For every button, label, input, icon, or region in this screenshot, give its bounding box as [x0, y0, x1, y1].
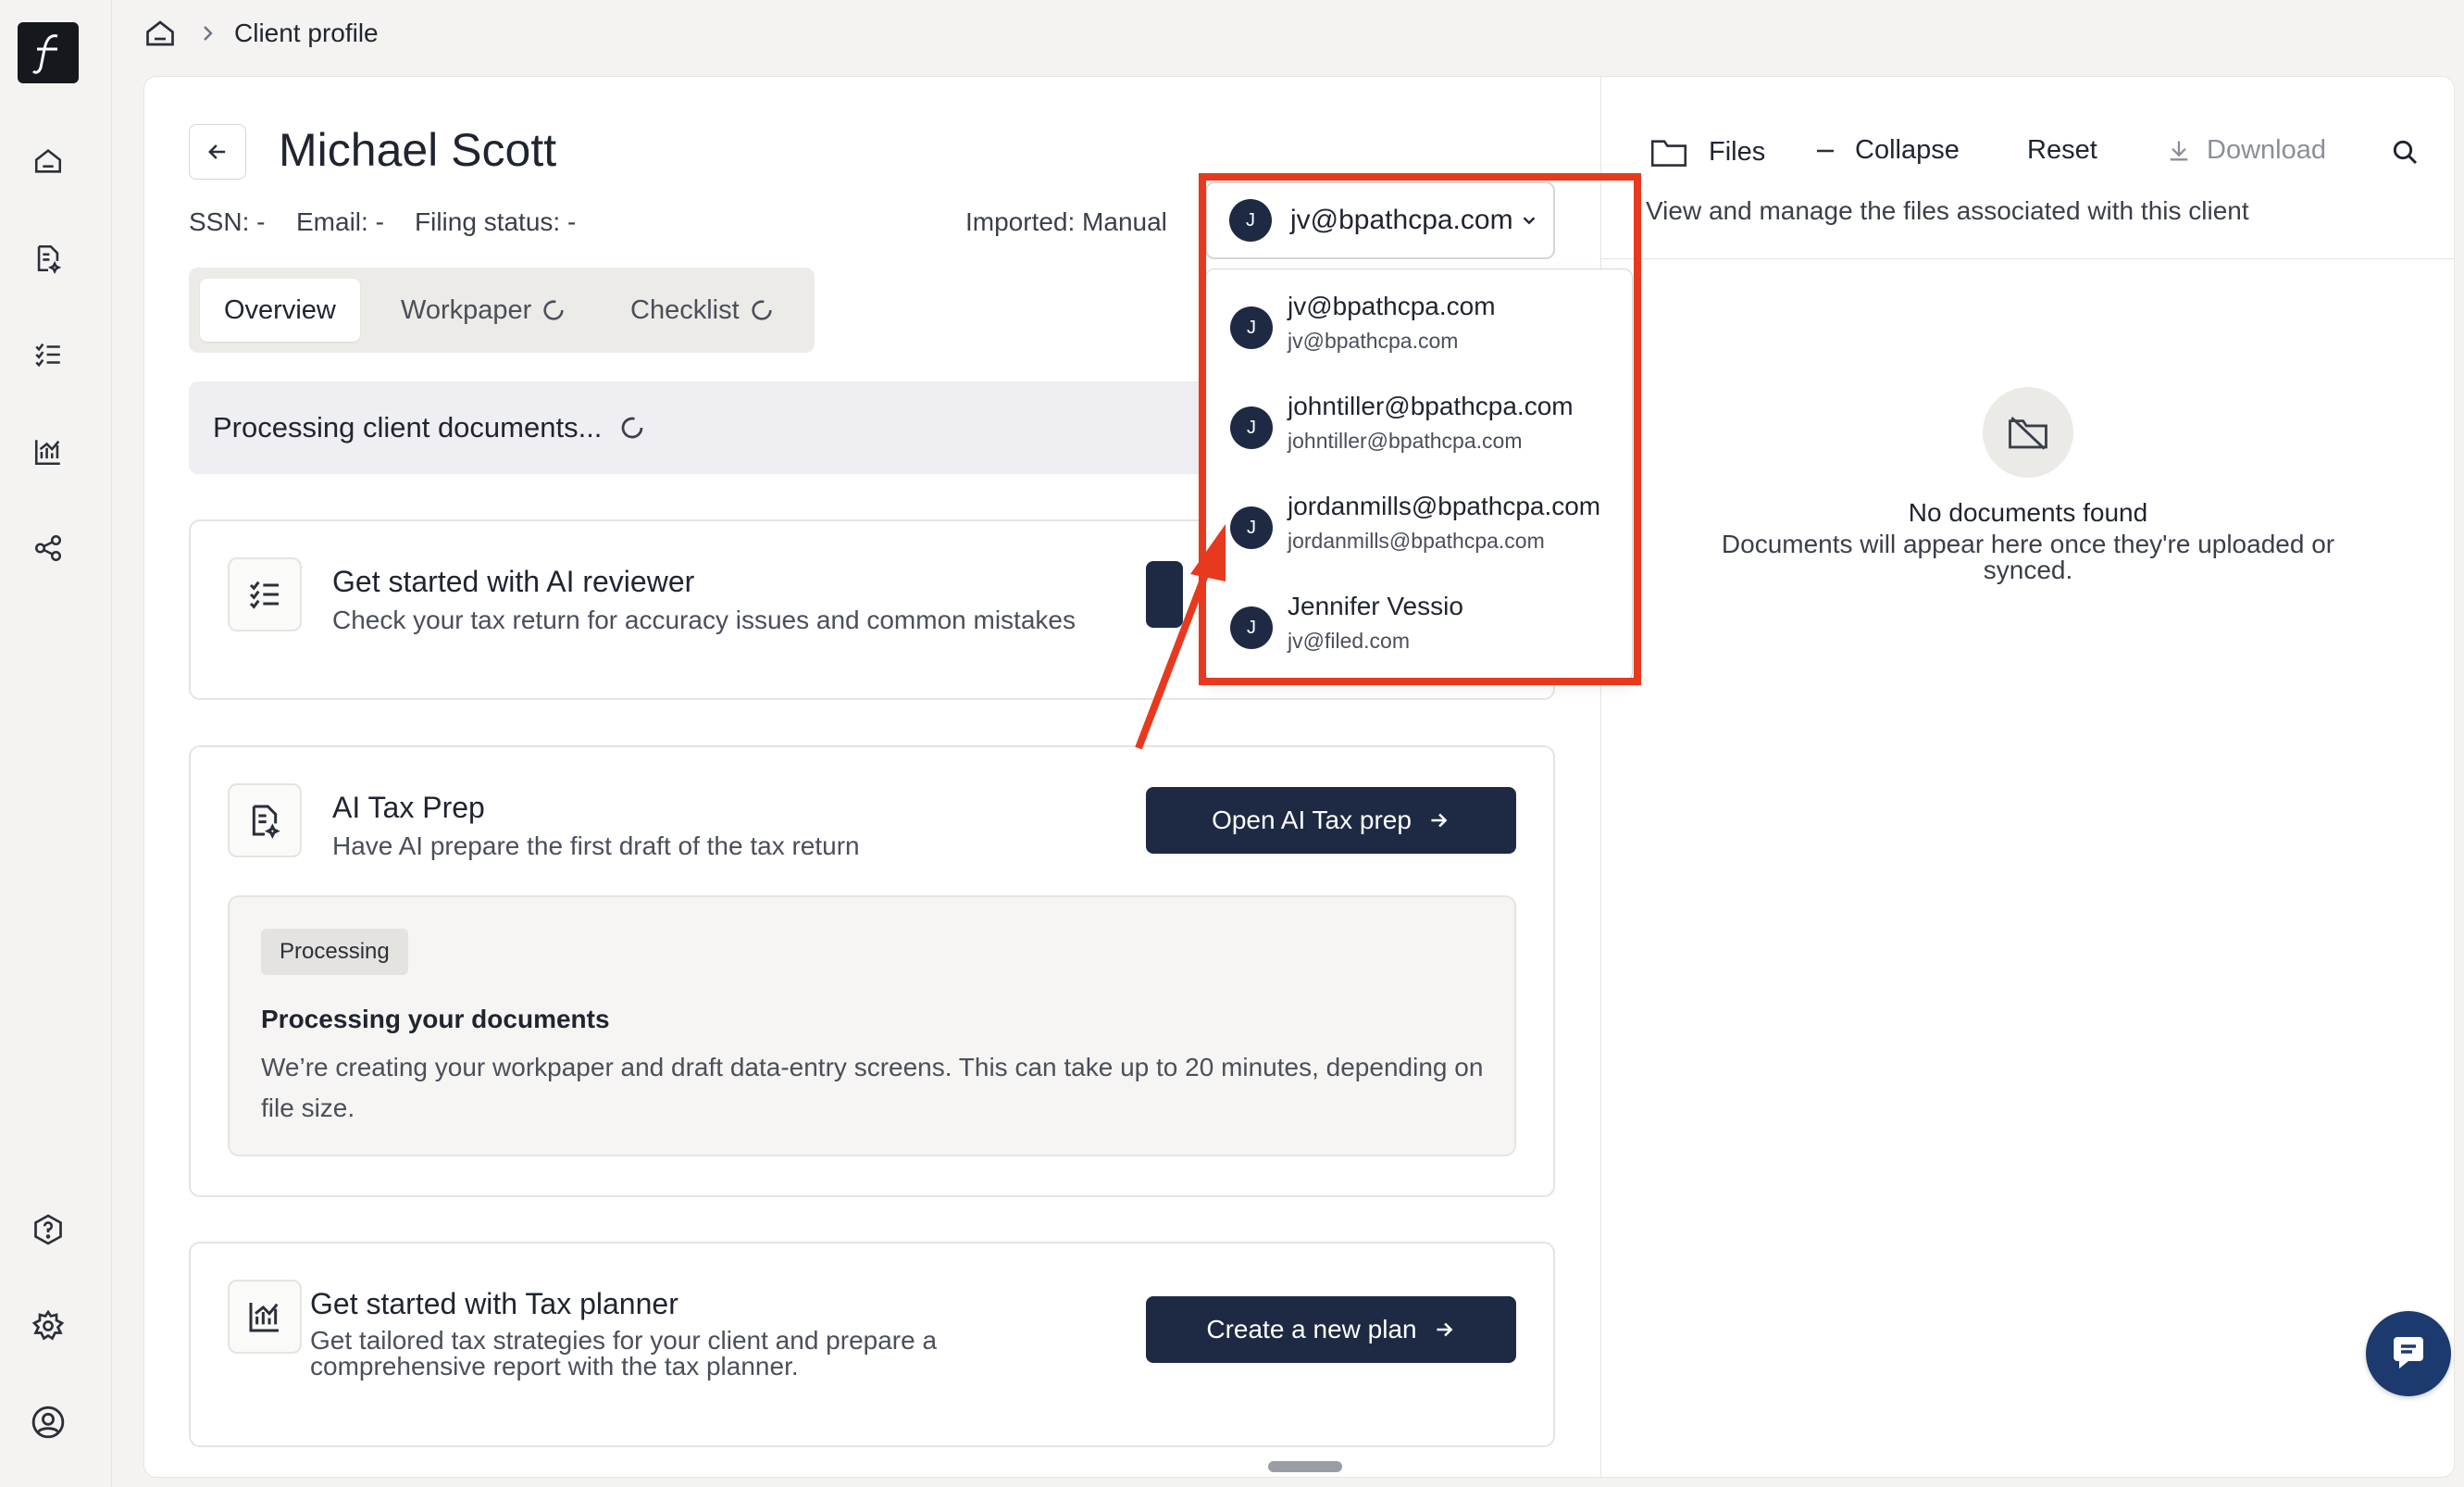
chart-icon: [228, 1280, 302, 1354]
ai-reviewer-title: Get started with AI reviewer: [332, 565, 695, 598]
folder-icon: [1649, 135, 1688, 169]
client-name-heading: Michael Scott: [279, 124, 557, 176]
status-badge: Processing: [261, 929, 408, 975]
checklist-icon[interactable]: [28, 334, 68, 375]
tax-planner-title: Get started with Tax planner: [310, 1287, 678, 1320]
home-icon[interactable]: [28, 141, 68, 181]
files-panel-subtitle: View and manage the files associated wit…: [1646, 196, 2249, 225]
back-button[interactable]: [189, 124, 246, 180]
checklist-icon: [228, 557, 302, 631]
share-icon[interactable]: [28, 528, 68, 569]
processing-status-description: We’re creating your workpaper and draft …: [261, 1053, 1484, 1122]
sidebar: [0, 0, 112, 1487]
email-field: Email: -: [296, 207, 384, 236]
app-logo[interactable]: [18, 22, 79, 83]
processing-status-title: Processing your documents: [261, 1005, 610, 1033]
profile-tabs: Overview Workpaper Checklist: [189, 268, 815, 353]
imported-source: Imported: Manual: [965, 207, 1167, 236]
help-icon[interactable]: [28, 1209, 68, 1250]
settings-gear-icon[interactable]: [28, 1306, 68, 1346]
document-ai-icon: [228, 783, 302, 857]
download-icon: [2166, 138, 2192, 164]
create-plan-label: Create a new plan: [1206, 1315, 1417, 1343]
reset-label: Reset: [2027, 135, 2097, 165]
empty-state-description: Documents will appear here once they're …: [1721, 530, 2335, 584]
tab-overview-label: Overview: [224, 294, 336, 325]
ai-reviewer-description: Check your tax return for accuracy issue…: [332, 606, 1076, 634]
breadcrumb-home-icon[interactable]: [143, 17, 177, 50]
loading-spinner-icon: [541, 297, 566, 323]
arrow-right-icon: [1426, 808, 1450, 832]
files-panel: [1600, 76, 2455, 1478]
ssn-field: SSN: -: [189, 207, 266, 236]
minus-icon: [1814, 140, 1836, 162]
resize-handle[interactable]: [1268, 1461, 1342, 1472]
annotation-highlight-box: [1199, 173, 1641, 685]
ai-tax-prep-title: AI Tax Prep: [332, 791, 485, 824]
empty-state-title: No documents found: [1908, 498, 2148, 527]
open-ai-tax-prep-button[interactable]: Open AI Tax prep: [1146, 787, 1516, 854]
chat-support-button[interactable]: [2366, 1311, 2451, 1396]
collapse-button[interactable]: Collapse: [1814, 135, 1960, 166]
filing-status-field: Filing status: -: [415, 207, 577, 236]
ai-tax-prep-description: Have AI prepare the first draft of the t…: [332, 831, 860, 860]
tab-workpaper[interactable]: Workpaper: [401, 279, 566, 342]
tax-planner-description: Get tailored tax strategies for your cli…: [310, 1326, 938, 1381]
create-plan-button[interactable]: Create a new plan: [1146, 1296, 1516, 1363]
breadcrumb-chevron-icon: [198, 22, 217, 44]
document-ai-icon[interactable]: [28, 238, 68, 279]
tab-checklist[interactable]: Checklist: [630, 279, 775, 342]
annotation-arrow: [1129, 519, 1240, 759]
processing-status-box: Processing Processing your documents We’…: [228, 895, 1516, 1156]
arrow-right-icon: [1432, 1318, 1456, 1342]
tab-overview[interactable]: Overview: [200, 279, 360, 342]
loading-spinner-icon: [618, 414, 646, 442]
user-account-icon[interactable]: [28, 1402, 68, 1443]
tab-workpaper-label: Workpaper: [401, 294, 532, 325]
download-button[interactable]: Download: [2166, 135, 2326, 166]
search-icon[interactable]: [2390, 137, 2420, 167]
download-label: Download: [2207, 135, 2326, 165]
files-panel-divider: [1601, 258, 2455, 259]
folder-off-icon: [1983, 387, 2073, 478]
loading-spinner-icon: [749, 297, 775, 323]
tab-checklist-label: Checklist: [630, 294, 740, 325]
processing-banner-text: Processing client documents...: [213, 411, 603, 444]
collapse-label: Collapse: [1855, 135, 1960, 165]
open-ai-tax-prep-label: Open AI Tax prep: [1212, 806, 1412, 834]
chart-icon[interactable]: [28, 431, 68, 472]
breadcrumb-current: Client profile: [234, 19, 379, 47]
reset-button[interactable]: Reset: [2027, 135, 2097, 166]
files-label: Files: [1709, 136, 1766, 167]
files-toggle[interactable]: Files: [1649, 135, 1765, 169]
